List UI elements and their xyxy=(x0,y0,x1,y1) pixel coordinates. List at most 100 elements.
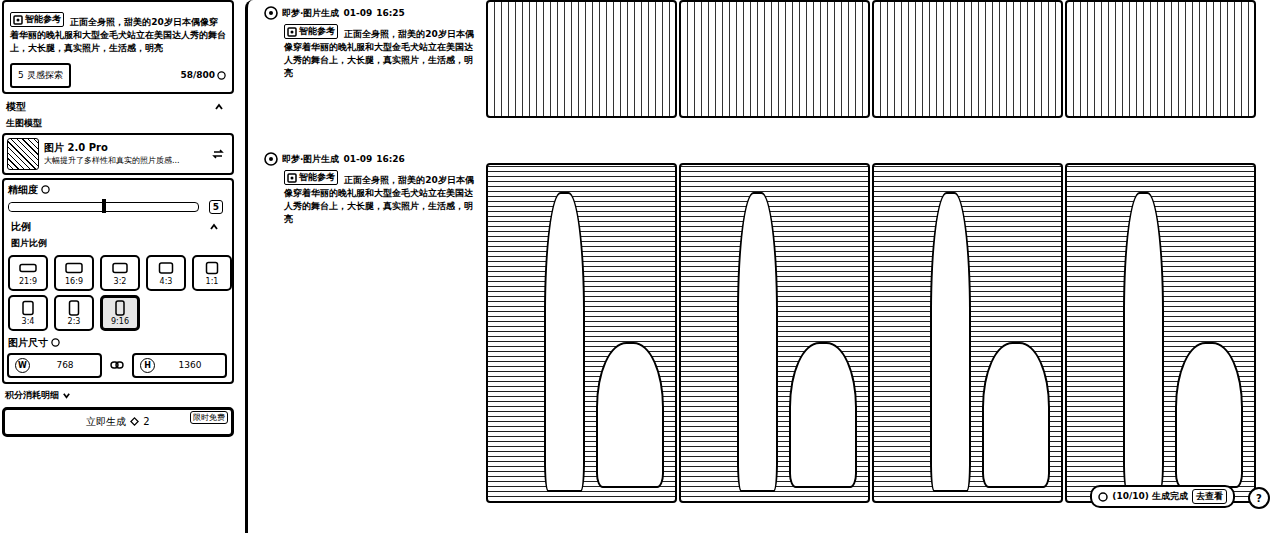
dog-figure xyxy=(596,342,664,487)
info-icon xyxy=(41,185,50,194)
generate-button[interactable]: 立即生成 2 限时免费 xyxy=(2,407,234,437)
generation-entry: 即梦·图片生成 01-09 16:26 智能参考 正面全身照，甜美的20岁日本偶… xyxy=(264,146,1280,503)
image-grid xyxy=(486,0,1256,118)
generation-entry: 即梦·图片生成 01-09 16:25 智能参考 正面全身照，甜美的20岁日本偶… xyxy=(264,0,1280,118)
info-icon xyxy=(51,338,60,347)
ratio-section-header[interactable]: 比例 xyxy=(7,217,229,234)
ratio-option[interactable]: 4:3 xyxy=(146,255,186,291)
ratio-shape-icon xyxy=(19,260,37,276)
entry-prompt[interactable]: 智能参考 正面全身照，甜美的20岁日本偶像穿着华丽的晚礼服和大型金毛犬站立在美国… xyxy=(264,170,478,226)
model-description: 大幅提升了多样性和真实的照片质感... xyxy=(44,155,207,166)
ratio-text: 3:2 xyxy=(114,277,127,286)
dog-figure xyxy=(1175,342,1243,487)
model-info: 图片 2.0 Pro 大幅提升了多样性和真实的照片质感... xyxy=(44,141,207,166)
help-button[interactable]: ? xyxy=(1248,487,1270,509)
entry-info: 即梦·图片生成 01-09 16:26 智能参考 正面全身照，甜美的20岁日本偶… xyxy=(264,146,478,503)
ratio-option[interactable]: 9:16 xyxy=(100,295,140,331)
model-section-header[interactable]: 模型 xyxy=(2,97,234,114)
reference-icon xyxy=(287,173,297,183)
detail-label: 精细度 xyxy=(7,183,229,197)
ratio-option[interactable]: 3:4 xyxy=(8,295,48,331)
slider-thumb[interactable] xyxy=(102,199,106,213)
model-thumbnail xyxy=(7,138,39,170)
person-figure xyxy=(1123,192,1164,492)
person-figure xyxy=(930,192,971,492)
smart-reference-tag: 智能参考 xyxy=(284,170,338,185)
slider-fill xyxy=(9,203,104,211)
cost-details[interactable]: 积分消耗明细 xyxy=(2,387,234,404)
prompt-box[interactable]: 智能参考 正面全身照，甜美的20岁日本偶像穿着华丽的晚礼服和大型金毛犬站立在美国… xyxy=(2,0,234,94)
person-figure xyxy=(737,192,778,492)
entry-prompt[interactable]: 智能参考 正面全身照，甜美的20岁日本偶像穿着华丽的晚礼服和大型金毛犬站立在美国… xyxy=(264,24,478,80)
ratio-shape-icon xyxy=(65,300,83,316)
settings-panel: 精细度 5 比例 图片比例 21:9 16:9 3:2 4:3 1:1 3:4 … xyxy=(2,178,234,384)
inspiration-button[interactable]: 5 灵感探索 xyxy=(10,63,71,88)
credit-icon xyxy=(130,417,139,426)
entry-header: 即梦·图片生成 01-09 16:25 xyxy=(264,6,478,20)
ratio-label: 图片比例 xyxy=(7,237,229,250)
status-icon xyxy=(1098,492,1108,502)
entry-time: 16:25 xyxy=(376,8,405,18)
detail-slider[interactable] xyxy=(8,202,199,212)
cost-label: 积分消耗明细 xyxy=(5,389,59,402)
chevron-icon xyxy=(62,391,71,400)
smart-reference-tag[interactable]: 智能参考 xyxy=(10,12,64,27)
size-label: 图片尺寸 xyxy=(7,336,229,350)
ratio-shape-icon xyxy=(111,300,129,316)
size-row: W 768 H 1360 xyxy=(7,353,229,378)
person-figure xyxy=(544,192,585,492)
link-icon[interactable] xyxy=(110,360,124,370)
generated-image[interactable] xyxy=(872,0,1063,118)
sidebar: 智能参考 正面全身照，甜美的20岁日本偶像穿着华丽的晚礼服和大型金毛犬站立在美国… xyxy=(0,0,237,533)
generated-image[interactable] xyxy=(872,163,1063,503)
section-title: 模型 xyxy=(6,100,26,114)
ratio-text: 9:16 xyxy=(111,317,129,326)
entry-header: 即梦·图片生成 01-09 16:26 xyxy=(264,152,478,166)
generate-label: 立即生成 xyxy=(86,415,126,429)
ratio-option[interactable]: 21:9 xyxy=(8,255,48,291)
entry-source: 即梦·图片生成 xyxy=(282,153,339,166)
generated-image[interactable] xyxy=(679,163,870,503)
entry-info: 即梦·图片生成 01-09 16:25 智能参考 正面全身照，甜美的20岁日本偶… xyxy=(264,0,478,118)
generated-image[interactable] xyxy=(486,163,677,503)
prompt-text[interactable]: 智能参考 正面全身照，甜美的20岁日本偶像穿着华丽的晚礼服和大型金毛犬站立在美国… xyxy=(10,12,226,55)
smart-reference-tag: 智能参考 xyxy=(284,24,338,39)
model-label: 生图模型 xyxy=(2,117,234,130)
char-counter: 58/800 xyxy=(180,70,226,80)
generated-image[interactable] xyxy=(1065,0,1256,118)
model-name: 图片 2.0 Pro xyxy=(44,141,207,155)
chevron-icon xyxy=(209,222,219,232)
ratio-grid: 21:9 16:9 3:2 4:3 1:1 3:4 2:3 9:16 xyxy=(7,253,229,333)
width-field[interactable]: W 768 xyxy=(7,353,102,378)
free-badge: 限时免费 xyxy=(190,411,228,424)
ratio-shape-icon xyxy=(203,260,221,276)
reference-icon xyxy=(13,15,23,25)
entry-source: 即梦·图片生成 xyxy=(282,7,339,20)
view-link[interactable]: 去查看 xyxy=(1192,489,1227,504)
height-key: H xyxy=(140,358,155,373)
model-card[interactable]: 图片 2.0 Pro 大幅提升了多样性和真实的照片质感... xyxy=(2,133,234,175)
height-value: 1360 xyxy=(161,360,219,370)
ratio-option[interactable]: 2:3 xyxy=(54,295,94,331)
ratio-text: 21:9 xyxy=(19,277,37,286)
dog-figure xyxy=(982,342,1050,487)
detail-slider-row: 5 xyxy=(7,200,229,214)
status-text: (10/10) 生成完成 xyxy=(1112,490,1188,503)
entry-date: 01-09 xyxy=(343,154,372,164)
add-icon[interactable] xyxy=(264,152,278,166)
chevron-icon xyxy=(214,102,224,112)
detail-value: 5 xyxy=(209,200,223,214)
generated-image[interactable] xyxy=(679,0,870,118)
generated-image[interactable] xyxy=(486,0,677,118)
ratio-option[interactable]: 16:9 xyxy=(54,255,94,291)
height-field[interactable]: H 1360 xyxy=(132,353,227,378)
ratio-text: 16:9 xyxy=(65,277,83,286)
ratio-text: 2:3 xyxy=(68,317,81,326)
add-icon[interactable] xyxy=(264,6,278,20)
ratio-option[interactable]: 3:2 xyxy=(100,255,140,291)
info-icon xyxy=(217,71,226,80)
ratio-option[interactable]: 1:1 xyxy=(192,255,232,291)
ratio-text: 3:4 xyxy=(22,317,35,326)
generated-image[interactable] xyxy=(1065,163,1256,503)
dog-figure xyxy=(789,342,857,487)
